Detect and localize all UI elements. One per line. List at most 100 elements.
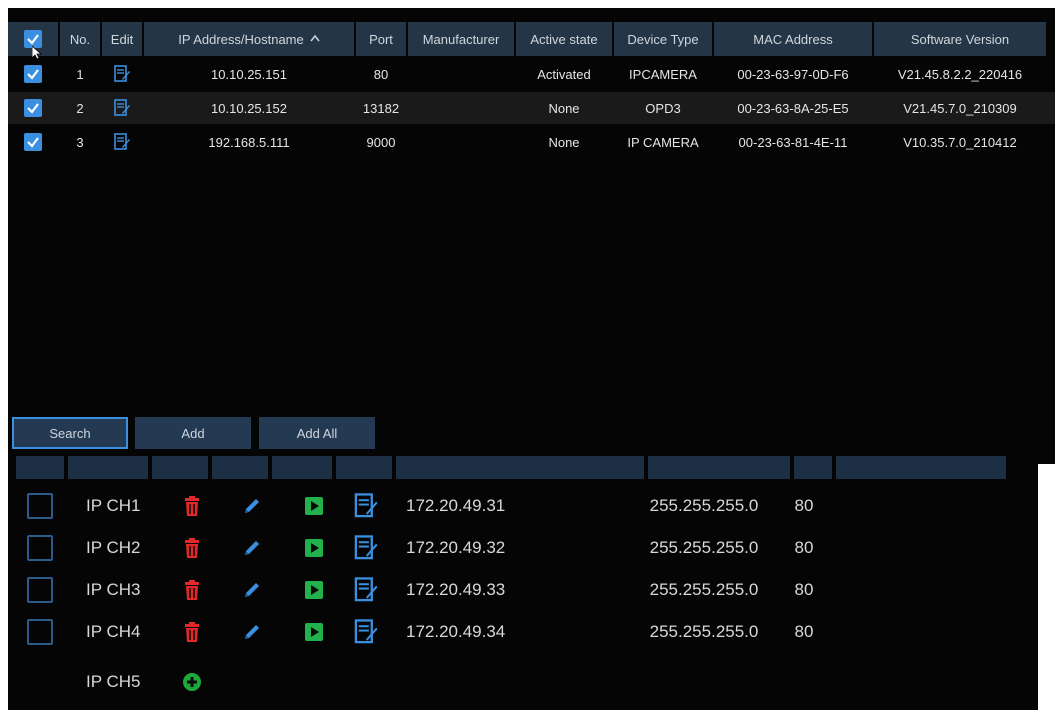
- channel-port: 80: [794, 496, 814, 515]
- play-cell[interactable]: [282, 612, 346, 652]
- row-software: V21.45.8.2.2_220416: [897, 66, 1023, 82]
- trash-icon[interactable]: [184, 580, 200, 600]
- row-no: 2: [76, 100, 84, 116]
- row-checkbox[interactable]: [24, 99, 42, 117]
- col-ip-address-label: IP Address/Hostname: [178, 31, 304, 47]
- added-devices-panel: IP CH1 172.20.49.31 255.255.255.0 80 IP …: [8, 456, 1038, 710]
- table-row[interactable]: 2 10.10.25.152 13182 None OPD3 00-23-63-…: [8, 92, 1055, 124]
- delete-cell[interactable]: [162, 528, 222, 568]
- trash-icon[interactable]: [184, 538, 200, 558]
- modify-cell[interactable]: [222, 612, 282, 652]
- trash-icon[interactable]: [184, 496, 200, 516]
- col-active-state[interactable]: Active state: [516, 22, 612, 56]
- play-icon[interactable]: [305, 623, 323, 641]
- edit-cell[interactable]: [102, 58, 142, 90]
- pencil-icon[interactable]: [242, 622, 262, 642]
- search-results-panel: No. Edit IP Address/Hostname Port Manufa…: [8, 8, 1055, 464]
- col-no[interactable]: No.: [60, 22, 100, 56]
- play-icon[interactable]: [305, 581, 323, 599]
- table-row[interactable]: 3 192.168.5.111 9000 None IP CAMERA 00-2…: [8, 126, 1048, 158]
- row-no: 3: [76, 134, 84, 150]
- col-port[interactable]: Port: [356, 22, 406, 56]
- check-icon: [27, 34, 39, 45]
- col-manufacturer[interactable]: Manufacturer: [408, 22, 514, 56]
- edit-cell[interactable]: [346, 612, 386, 652]
- channel-row[interactable]: IP CH3 172.20.49.33 255.255.255.0 80: [8, 570, 1038, 610]
- edit-document-icon[interactable]: [354, 535, 378, 561]
- edit-cell[interactable]: [102, 126, 142, 158]
- search-button[interactable]: Search: [12, 417, 128, 449]
- edit-cell[interactable]: [346, 528, 386, 568]
- trash-icon[interactable]: [184, 622, 200, 642]
- col-mac-address[interactable]: MAC Address: [714, 22, 872, 56]
- edit-cell[interactable]: [102, 92, 142, 124]
- header-cell: [68, 456, 148, 479]
- table-row[interactable]: 1 10.10.25.151 80 Activated IPCAMERA 00-…: [8, 58, 1048, 90]
- row-checkbox[interactable]: [24, 65, 42, 83]
- row-checkbox-cell[interactable]: [8, 126, 58, 158]
- play-icon[interactable]: [305, 539, 323, 557]
- channel-subnet-mask: 255.255.255.0: [649, 622, 759, 641]
- row-ip: 10.10.25.152: [211, 100, 287, 116]
- channel-subnet-mask: 255.255.255.0: [649, 580, 759, 599]
- row-checkbox[interactable]: [27, 493, 53, 519]
- channel-row[interactable]: IP CH2 172.20.49.32 255.255.255.0 80: [8, 528, 1038, 568]
- play-icon[interactable]: [305, 497, 323, 515]
- pencil-icon[interactable]: [242, 496, 262, 516]
- add-all-button[interactable]: Add All: [259, 417, 375, 449]
- row-ip: 192.168.5.111: [208, 134, 290, 150]
- channel-row-empty[interactable]: IP CH5: [8, 662, 1038, 702]
- edit-cell[interactable]: [346, 570, 386, 610]
- channel-port: 80: [794, 538, 814, 557]
- row-ip: 10.10.25.151: [211, 66, 287, 82]
- play-cell[interactable]: [282, 528, 346, 568]
- header-cell: [336, 456, 392, 479]
- row-select-cell[interactable]: [8, 570, 72, 610]
- col-ip-address[interactable]: IP Address/Hostname: [144, 22, 354, 56]
- row-mac: 00-23-63-8A-25-E5: [737, 100, 849, 116]
- row-mac: 00-23-63-97-0D-F6: [737, 66, 849, 82]
- col-edit[interactable]: Edit: [102, 22, 142, 56]
- row-checkbox[interactable]: [27, 577, 53, 603]
- channel-subnet-mask: 255.255.255.0: [649, 496, 759, 515]
- edit-document-icon[interactable]: [114, 65, 130, 83]
- play-cell[interactable]: [282, 486, 346, 526]
- channel-name: IP CH3: [86, 580, 141, 599]
- modify-cell[interactable]: [222, 528, 282, 568]
- modify-cell[interactable]: [222, 570, 282, 610]
- row-manufacturer: [408, 126, 514, 158]
- row-checkbox-cell[interactable]: [8, 92, 58, 124]
- edit-document-icon[interactable]: [354, 577, 378, 603]
- row-checkbox[interactable]: [24, 133, 42, 151]
- channel-row[interactable]: IP CH1 172.20.49.31 255.255.255.0 80: [8, 486, 1038, 526]
- row-port: 13182: [362, 100, 400, 116]
- row-checkbox[interactable]: [27, 619, 53, 645]
- row-checkbox-cell[interactable]: [8, 58, 58, 90]
- row-checkbox[interactable]: [27, 535, 53, 561]
- pencil-icon[interactable]: [242, 580, 262, 600]
- col-software-version[interactable]: Software Version: [874, 22, 1046, 56]
- row-select-cell[interactable]: [8, 612, 72, 652]
- play-cell[interactable]: [282, 570, 346, 610]
- add-button[interactable]: Add: [135, 417, 251, 449]
- channel-name: IP CH2: [86, 538, 141, 557]
- row-select-cell[interactable]: [8, 486, 72, 526]
- delete-cell[interactable]: [162, 612, 222, 652]
- edit-cell[interactable]: [346, 486, 386, 526]
- edit-document-icon[interactable]: [114, 99, 130, 117]
- col-device-type[interactable]: Device Type: [614, 22, 712, 56]
- row-select-cell[interactable]: [8, 528, 72, 568]
- channel-row[interactable]: IP CH4 172.20.49.34 255.255.255.0 80: [8, 612, 1038, 652]
- row-active-state: None: [548, 100, 580, 116]
- plus-circle-icon[interactable]: [182, 672, 202, 692]
- delete-cell[interactable]: [162, 486, 222, 526]
- row-mac: 00-23-63-81-4E-11: [738, 134, 848, 150]
- edit-document-icon[interactable]: [354, 619, 378, 645]
- channel-ip: 172.20.49.34: [406, 622, 506, 641]
- add-device-cell[interactable]: [162, 662, 222, 702]
- pencil-icon[interactable]: [242, 538, 262, 558]
- edit-document-icon[interactable]: [114, 133, 130, 151]
- delete-cell[interactable]: [162, 570, 222, 610]
- modify-cell[interactable]: [222, 486, 282, 526]
- edit-document-icon[interactable]: [354, 493, 378, 519]
